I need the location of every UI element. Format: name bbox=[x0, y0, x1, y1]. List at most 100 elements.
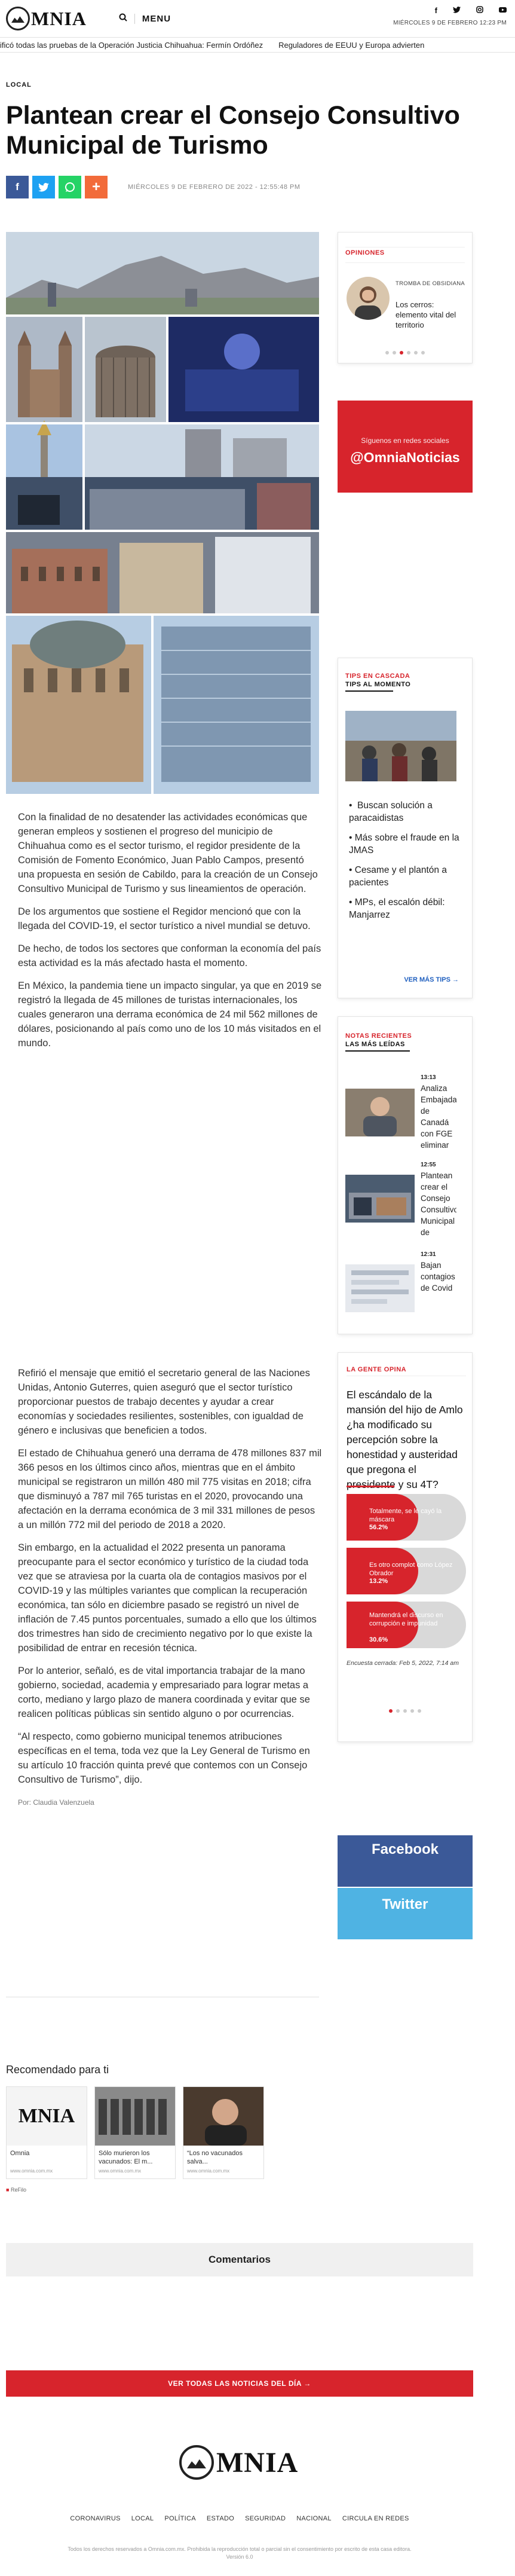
carousel-dot[interactable] bbox=[414, 351, 418, 355]
carousel-dot[interactable] bbox=[418, 1709, 421, 1713]
search-icon[interactable] bbox=[119, 13, 127, 24]
footer-nav-item[interactable]: ESTADO bbox=[207, 2515, 234, 2522]
page: MNIA MENU f MIÉRCOLES 9 DE FEBRERO 12:23… bbox=[0, 0, 515, 2576]
recent-headline[interactable]: Analiza Embajada de Canadá con FGE elimi… bbox=[421, 1083, 456, 1151]
recommended-caption: Sólo murieron los vacunados: El m... bbox=[99, 2150, 153, 2165]
share-twitter-button[interactable] bbox=[32, 176, 55, 198]
twitter-icon bbox=[38, 182, 49, 191]
all-news-button[interactable]: VER TODAS LAS NOTICIAS DEL DÍA → bbox=[6, 2370, 473, 2397]
poll-option[interactable]: Totalmente, se le cayó la máscara 56.2% bbox=[347, 1494, 466, 1544]
footer-nav-item[interactable]: CORONAVIRUS bbox=[70, 2515, 120, 2522]
footer-nav-item[interactable]: LOCAL bbox=[131, 2515, 154, 2522]
recent-news-card: NOTAS RECIENTES LAS MÁS LEÍDAS 13:13 Ana… bbox=[338, 1016, 473, 1334]
tip-item[interactable]: • Más sobre el fraude en la JMAS bbox=[349, 832, 468, 857]
carousel-dots bbox=[338, 1709, 472, 1713]
ticker-item[interactable]: ificó todas las pruebas de la Operación … bbox=[0, 41, 263, 50]
tip-item[interactable]: • Cesame y el plantón a pacientes bbox=[349, 864, 468, 889]
recent-headline[interactable]: Plantean crear el Consejo Consultivo Mun… bbox=[421, 1170, 456, 1238]
tips-card: TIPS EN CASCADA TIPS AL MOMENTO • Buscan… bbox=[338, 658, 473, 998]
article-author: Por: Claudia Valenzuela bbox=[18, 1798, 94, 1807]
menu-button[interactable]: MENU bbox=[134, 13, 171, 24]
tip-item-text: Más sobre el fraude en la JMAS bbox=[349, 833, 459, 855]
recent-headline[interactable]: Bajan contagios de Covid bbox=[421, 1260, 456, 1305]
instagram-icon[interactable] bbox=[476, 6, 483, 15]
recommended-card[interactable]: “Los no vacunados salva... www.omnia.com… bbox=[183, 2086, 264, 2179]
article-paragraph: En México, la pandemia tiene un impacto … bbox=[18, 980, 322, 1049]
recommended-caption: Omnia bbox=[10, 2150, 30, 2157]
recommended-caption: “Los no vacunados salva... bbox=[187, 2150, 243, 2165]
poll-option[interactable]: Es otro complot como López Obrador 13.2% bbox=[347, 1548, 466, 1598]
opinion-headline[interactable]: Los cerros: elemento vital del territori… bbox=[396, 300, 466, 330]
footer-nav-item[interactable]: SEGURIDAD bbox=[245, 2515, 286, 2522]
article-paragraph: El estado de Chihuahua generó una derram… bbox=[18, 1448, 322, 1530]
recommendation-provider[interactable]: ■ ReFilo bbox=[6, 2187, 26, 2193]
facebook-icon[interactable]: f bbox=[435, 6, 437, 15]
recommended-thumb: MNIA bbox=[7, 2087, 87, 2146]
twitter-icon[interactable] bbox=[453, 6, 461, 15]
recommended-card[interactable]: MNIA Omnia www.omnia.com.mx bbox=[6, 2086, 87, 2179]
carousel-dot[interactable] bbox=[396, 1709, 400, 1713]
poll-option-label: Es otro complot como López Obrador bbox=[369, 1562, 453, 1577]
share-more-button[interactable]: + bbox=[85, 176, 108, 198]
section-label[interactable]: LOCAL bbox=[6, 81, 32, 88]
footer-nav-item[interactable]: POLÍTICA bbox=[164, 2515, 196, 2522]
tip-item[interactable]: • Buscan solución a paracaidistas bbox=[349, 799, 468, 824]
carousel-dot[interactable] bbox=[393, 351, 396, 355]
recent-thumb[interactable] bbox=[345, 1175, 415, 1223]
ticker-item[interactable]: Reguladores de EEUU y Europa advierten bbox=[278, 41, 424, 50]
tip-item-text: Buscan solución a paracaidistas bbox=[349, 800, 433, 823]
article-paragraph: De hecho, de todos los sectores que conf… bbox=[18, 943, 321, 968]
facebook-follow-button[interactable]: Facebook bbox=[338, 1835, 473, 1887]
recent-subtitle: LAS MÁS LEÍDAS bbox=[345, 1041, 405, 1048]
article-paragraph: Refirió el mensaje que emitió el secreta… bbox=[18, 1368, 310, 1436]
footer-nav-item[interactable]: NACIONAL bbox=[296, 2515, 332, 2522]
carousel-dot[interactable] bbox=[400, 351, 403, 355]
article-paragraph: Sin embargo, en la actualidad el 2022 pr… bbox=[18, 1542, 317, 1654]
poll-option[interactable]: Mantendrá el discurso en corrupción e im… bbox=[347, 1602, 466, 1652]
tips-title: TIPS EN CASCADA bbox=[345, 673, 410, 680]
article-paragraph: Con la finalidad de no desatender las ac… bbox=[18, 812, 318, 894]
columnist-avatar[interactable] bbox=[347, 277, 390, 320]
poll-closed-note: Encuesta cerrada: Feb 5, 2022, 7:14 am bbox=[347, 1660, 459, 1667]
poll-options: Totalmente, se le cayó la máscara 56.2% … bbox=[347, 1494, 466, 1652]
divider bbox=[345, 262, 465, 263]
carousel-dot[interactable] bbox=[410, 1709, 414, 1713]
carousel-dot[interactable] bbox=[389, 1709, 393, 1713]
facebook-icon: f bbox=[16, 181, 19, 192]
article-main-image bbox=[6, 232, 319, 794]
tip-item-text: Cesame y el plantón a pacientes bbox=[349, 865, 447, 888]
twitter-follow-button[interactable]: Twitter bbox=[338, 1888, 473, 1939]
footer-nav-item[interactable]: CIRCULA EN REDES bbox=[342, 2515, 409, 2522]
share-bar: f + MIÉRCOLES 9 DE FEBRERO DE 2022 - 12:… bbox=[6, 176, 301, 198]
carousel-dots bbox=[338, 351, 472, 355]
tips-image[interactable] bbox=[345, 711, 456, 781]
article-paragraph: Por lo anterior, señaló, es de vital imp… bbox=[18, 1666, 310, 1719]
poll-question: El escándalo de la mansión del hijo de A… bbox=[347, 1389, 463, 1490]
carousel-dot[interactable] bbox=[407, 351, 410, 355]
site-header: MNIA MENU f MIÉRCOLES 9 DE FEBRERO 12:23… bbox=[0, 0, 515, 37]
recent-thumb[interactable] bbox=[345, 1264, 415, 1312]
tip-item[interactable]: • MPs, el escalón débil: Manjarrez bbox=[349, 896, 468, 921]
footer-logo[interactable]: MNIA bbox=[179, 2445, 298, 2480]
carousel-dot[interactable] bbox=[421, 351, 425, 355]
carousel-dot[interactable] bbox=[385, 351, 389, 355]
recent-thumb[interactable] bbox=[345, 1089, 415, 1136]
columnist-name: TROMBA DE OBSIDIANA bbox=[396, 280, 465, 287]
share-facebook-button[interactable]: f bbox=[6, 176, 29, 198]
divider bbox=[345, 690, 393, 692]
provider-icon: ■ bbox=[6, 2187, 10, 2193]
poll-option-percent: 56.2% bbox=[369, 1524, 388, 1531]
share-whatsapp-button[interactable] bbox=[59, 176, 81, 198]
recommended-card[interactable]: Sólo murieron los vacunados: El m... www… bbox=[94, 2086, 176, 2179]
footer-legal: Todos los derechos reservados a Omnia.co… bbox=[68, 2546, 412, 2560]
follow-social-banner[interactable]: Síguenos en redes sociales @OmniaNoticia… bbox=[338, 401, 473, 493]
poll-option-label: Totalmente, se le cayó la máscara bbox=[369, 1508, 442, 1523]
article-body-a: Con la finalidad de no desatender las ac… bbox=[18, 810, 323, 1059]
article-body-b: Refirió el mensaje que emitió el secreta… bbox=[18, 1366, 323, 1810]
tips-subtitle: TIPS AL MOMENTO bbox=[345, 681, 411, 688]
more-tips-link[interactable]: VER MÁS TIPS → bbox=[404, 976, 459, 983]
carousel-dot[interactable] bbox=[403, 1709, 407, 1713]
comments-section[interactable]: Comentarios bbox=[6, 2243, 473, 2276]
site-logo[interactable]: MNIA bbox=[6, 7, 87, 30]
youtube-icon[interactable] bbox=[499, 6, 507, 15]
